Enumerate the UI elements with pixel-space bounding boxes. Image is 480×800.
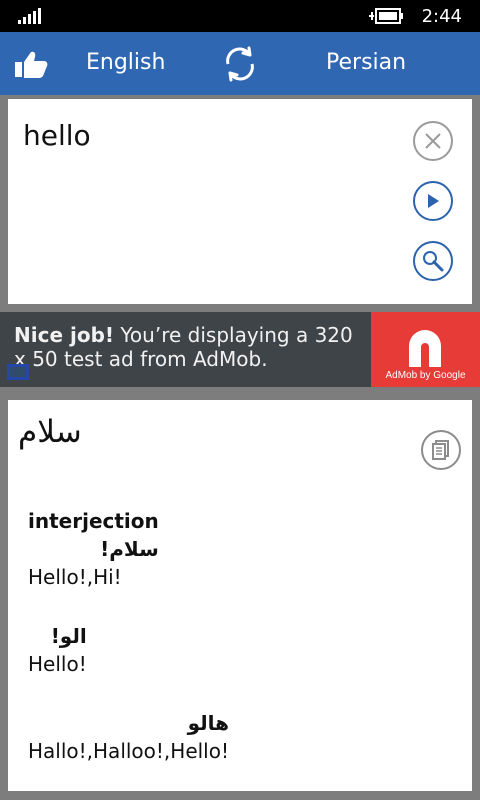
search-button[interactable] [413,241,453,281]
ad-logo-caption: AdMob by Google [385,370,466,381]
status-bar: 2:44 [0,0,480,32]
source-text-input[interactable]: hello [23,119,91,152]
ad-text: Nice job! You’re displaying a 320 x 50 t… [14,323,364,371]
dictionary-meaning: Hallo!,Halloo!,Hello! [28,739,229,763]
copy-icon [432,440,449,460]
dictionary-entry-group-1: interjection سلام! Hello!,Hi! [28,507,159,591]
dictionary-entry-group-2: الو! Hello! [28,622,87,678]
signal-icon [18,8,42,24]
thumb-up-icon[interactable] [14,49,48,79]
play-button[interactable] [413,181,453,221]
target-language-button[interactable]: Persian [326,50,406,75]
input-panel: hello [8,99,472,304]
dictionary-entry-group-3: هالو Hallo!,Halloo!,Hello! [28,709,229,765]
copy-button[interactable] [421,430,461,470]
play-icon [428,194,439,208]
status-time: 2:44 [421,6,462,27]
dictionary-term: سلام! [100,537,159,561]
ad-logo[interactable]: AdMob by Google [371,312,480,387]
ad-banner[interactable]: Nice job! You’re displaying a 320 x 50 t… [0,312,480,387]
swap-languages-icon[interactable] [219,43,261,85]
translation-output: سلام [18,414,82,450]
close-icon [425,133,441,149]
dictionary-meaning: Hello! [28,652,87,676]
source-language-button[interactable]: English [86,50,165,75]
search-icon [423,251,444,272]
ad-headline: Nice job! [14,323,115,347]
dictionary-term: الو! [50,624,87,648]
top-bar: English Persian [0,32,480,95]
dictionary-meaning: Hello!,Hi! [28,565,122,589]
battery-icon [369,8,403,24]
clear-button[interactable] [413,121,453,161]
part-of-speech: interjection [28,509,159,533]
dictionary-term: هالو [187,711,229,735]
info-icon[interactable] [7,364,29,380]
